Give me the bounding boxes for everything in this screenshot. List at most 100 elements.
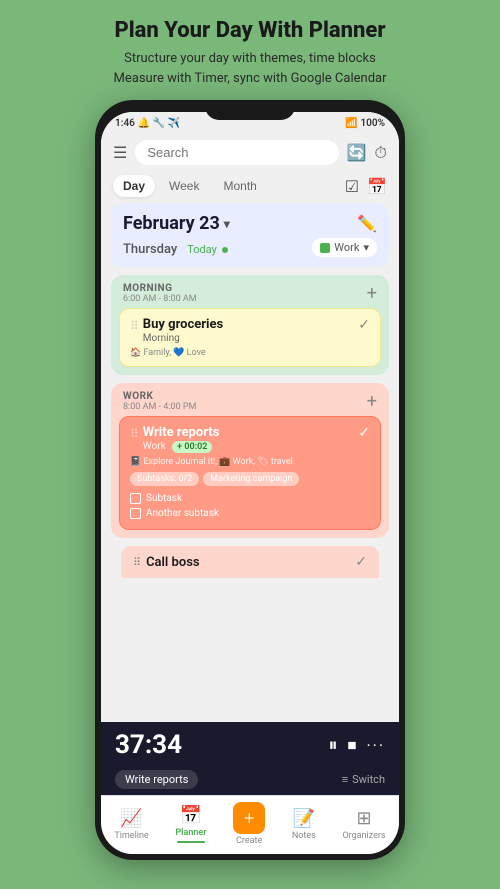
subtask-chips: Subtasks: 0/2 Marketing campaign bbox=[130, 472, 370, 486]
switch-icon: ≡ bbox=[342, 773, 348, 786]
morning-add-button[interactable]: + bbox=[367, 283, 377, 304]
page-header: Plan Your Day With Planner Structure you… bbox=[0, 0, 500, 98]
nav-label-timeline: Timeline bbox=[114, 831, 148, 841]
date-chevron-icon[interactable]: ▾ bbox=[224, 217, 230, 231]
date-header: February 23 ▾ ✏️ Thursday Today bbox=[111, 203, 389, 267]
planner-icon: 📅 bbox=[180, 805, 202, 826]
date-title: February 23 ▾ bbox=[123, 213, 230, 234]
call-boss-name[interactable]: Call boss bbox=[146, 555, 200, 570]
drag-handle-icon-2: ⠿ bbox=[130, 427, 139, 441]
status-time: 1:46 bbox=[115, 118, 135, 129]
status-icons: 🔔 🔧 ✈️ bbox=[138, 118, 180, 129]
timer-icon[interactable]: ⏱ bbox=[375, 143, 387, 163]
work-tag-dot bbox=[320, 243, 330, 253]
write-reports-task-card: ⠿ Write reports Work + 00:02 ✓ bbox=[119, 416, 381, 530]
groceries-task-info: Buy groceries Morning bbox=[143, 317, 358, 344]
nav-item-create[interactable]: + Create bbox=[233, 802, 265, 846]
work-add-button[interactable]: + bbox=[367, 391, 377, 412]
edit-icon[interactable]: ✏️ bbox=[357, 214, 377, 233]
write-reports-tags: 📓 Explore Journal it!, 💼 Work, 🏷 travel bbox=[130, 457, 370, 467]
time-badge: + 00:02 bbox=[172, 441, 212, 453]
morning-section-header: MORNING 6:00 AM - 8:00 AM + bbox=[111, 275, 389, 308]
nav-label-organizers: Organizers bbox=[342, 831, 385, 841]
nav-label-planner: Planner bbox=[175, 828, 206, 838]
groceries-task-card: ⠿ Buy groceries Morning ✓ 🏠 Family, 💙 Lo… bbox=[119, 308, 381, 367]
signal-icon: 📶 bbox=[345, 118, 357, 129]
nav-item-notes[interactable]: 📝 Notes bbox=[292, 808, 316, 841]
search-input[interactable] bbox=[135, 140, 338, 165]
nav-label-create: Create bbox=[236, 836, 262, 846]
notes-icon: 📝 bbox=[293, 808, 315, 829]
organizers-icon: ⊞ bbox=[356, 808, 371, 829]
tab-day[interactable]: Day bbox=[113, 175, 155, 197]
menu-icon[interactable]: ☰ bbox=[113, 143, 127, 162]
timer-switch-button[interactable]: ≡ Switch bbox=[342, 773, 385, 786]
timer-more-icon[interactable]: ··· bbox=[366, 736, 385, 755]
phone-notch bbox=[205, 100, 295, 120]
write-reports-check-icon[interactable]: ✓ bbox=[358, 425, 370, 441]
work-tag[interactable]: Work ▾ bbox=[312, 238, 377, 257]
refresh-icon[interactable]: 🔄 bbox=[347, 143, 367, 162]
tab-month[interactable]: Month bbox=[213, 175, 266, 197]
groceries-task-row: ⠿ Buy groceries Morning ✓ bbox=[130, 317, 370, 344]
status-right: 📶 100% bbox=[345, 118, 385, 129]
morning-section: MORNING 6:00 AM - 8:00 AM + ⠿ Buy grocer… bbox=[111, 275, 389, 375]
nav-label-notes: Notes bbox=[292, 831, 316, 841]
subtask-item-1: Subtask bbox=[130, 491, 370, 506]
timer-pause-icon[interactable]: ⏸ bbox=[328, 735, 337, 756]
timer-label-bar: Write reports ≡ Switch bbox=[101, 768, 399, 795]
create-button[interactable]: + bbox=[233, 802, 265, 834]
scroll-area: February 23 ▾ ✏️ Thursday Today bbox=[101, 203, 399, 578]
tab-bar: Day Week Month ☑ 📅 bbox=[101, 171, 399, 203]
call-boss-left: ⠿ Call boss bbox=[133, 555, 200, 570]
date-row: February 23 ▾ ✏️ bbox=[123, 213, 377, 234]
subtask-checkbox-2[interactable] bbox=[130, 508, 141, 519]
today-dot bbox=[222, 247, 228, 253]
subtask-checkbox-1[interactable] bbox=[130, 493, 141, 504]
view-tabs: Day Week Month bbox=[113, 175, 267, 197]
app-content: ☰ 🔄 ⏱ Day Week Month ☑ 📅 bbox=[101, 134, 399, 722]
phone-screen: 1:46 🔔 🔧 ✈️ 📶 100% ☰ 🔄 ⏱ bbox=[101, 112, 399, 854]
bottom-nav: 📈 Timeline 📅 Planner + Create 📝 Notes ⊞ … bbox=[101, 795, 399, 854]
timer-task-label[interactable]: Write reports bbox=[115, 770, 198, 789]
page-subtitle: Structure your day with themes, time blo… bbox=[20, 49, 480, 88]
timer-bar: 37:34 ⏸ ⏹ ··· bbox=[101, 722, 399, 768]
tab-week[interactable]: Week bbox=[159, 175, 209, 197]
top-bar: ☰ 🔄 ⏱ bbox=[101, 134, 399, 171]
calendar-icon[interactable]: 📅 bbox=[367, 177, 387, 196]
battery-level: 100% bbox=[360, 118, 385, 129]
work-section-header: WORK 8:00 AM - 4:00 PM + bbox=[111, 383, 389, 416]
subtask-item-2: Another subtask bbox=[130, 506, 370, 521]
call-boss-check-icon[interactable]: ✓ bbox=[355, 554, 367, 570]
write-reports-task-row: ⠿ Write reports Work + 00:02 ✓ bbox=[130, 425, 370, 453]
marketing-chip: Marketing campaign bbox=[203, 472, 299, 486]
call-boss-section: ⠿ Call boss ✓ bbox=[121, 546, 379, 578]
planner-underline bbox=[177, 841, 205, 843]
write-reports-subtitle: Work + 00:02 bbox=[143, 441, 358, 453]
timer-controls: ⏸ ⏹ ··· bbox=[328, 735, 385, 756]
today-badge: Today bbox=[187, 243, 227, 256]
timer-display: 37:34 bbox=[115, 730, 182, 760]
phone-shell: 1:46 🔔 🔧 ✈️ 📶 100% ☰ 🔄 ⏱ bbox=[95, 100, 405, 860]
nav-item-planner[interactable]: 📅 Planner bbox=[175, 805, 206, 843]
morning-title-group: MORNING 6:00 AM - 8:00 AM bbox=[123, 283, 197, 304]
page-title: Plan Your Day With Planner bbox=[20, 18, 480, 43]
checklist-icon[interactable]: ☑ bbox=[345, 177, 359, 196]
day-info: Thursday Today bbox=[123, 238, 228, 257]
status-left: 1:46 🔔 🔧 ✈️ bbox=[115, 118, 180, 129]
work-chevron-icon: ▾ bbox=[363, 241, 369, 254]
drag-handle-icon-3: ⠿ bbox=[133, 556, 141, 569]
work-section: WORK 8:00 AM - 4:00 PM + ⠿ Write reports bbox=[111, 383, 389, 538]
timer-stop-icon[interactable]: ⏹ bbox=[347, 735, 356, 756]
write-reports-task-info: Write reports Work + 00:02 bbox=[143, 425, 358, 453]
top-bar-icons: 🔄 ⏱ bbox=[347, 143, 387, 163]
tab-bar-icons: ☑ 📅 bbox=[345, 177, 387, 196]
day-row: Thursday Today Work ▾ bbox=[123, 238, 377, 257]
nav-item-timeline[interactable]: 📈 Timeline bbox=[114, 808, 148, 841]
timeline-icon: 📈 bbox=[120, 808, 142, 829]
work-title-group: WORK 8:00 AM - 4:00 PM bbox=[123, 391, 196, 412]
nav-item-organizers[interactable]: ⊞ Organizers bbox=[342, 808, 385, 841]
groceries-tags: 🏠 Family, 💙 Love bbox=[130, 348, 370, 358]
drag-handle-icon: ⠿ bbox=[130, 319, 139, 333]
groceries-check-icon[interactable]: ✓ bbox=[358, 317, 370, 333]
